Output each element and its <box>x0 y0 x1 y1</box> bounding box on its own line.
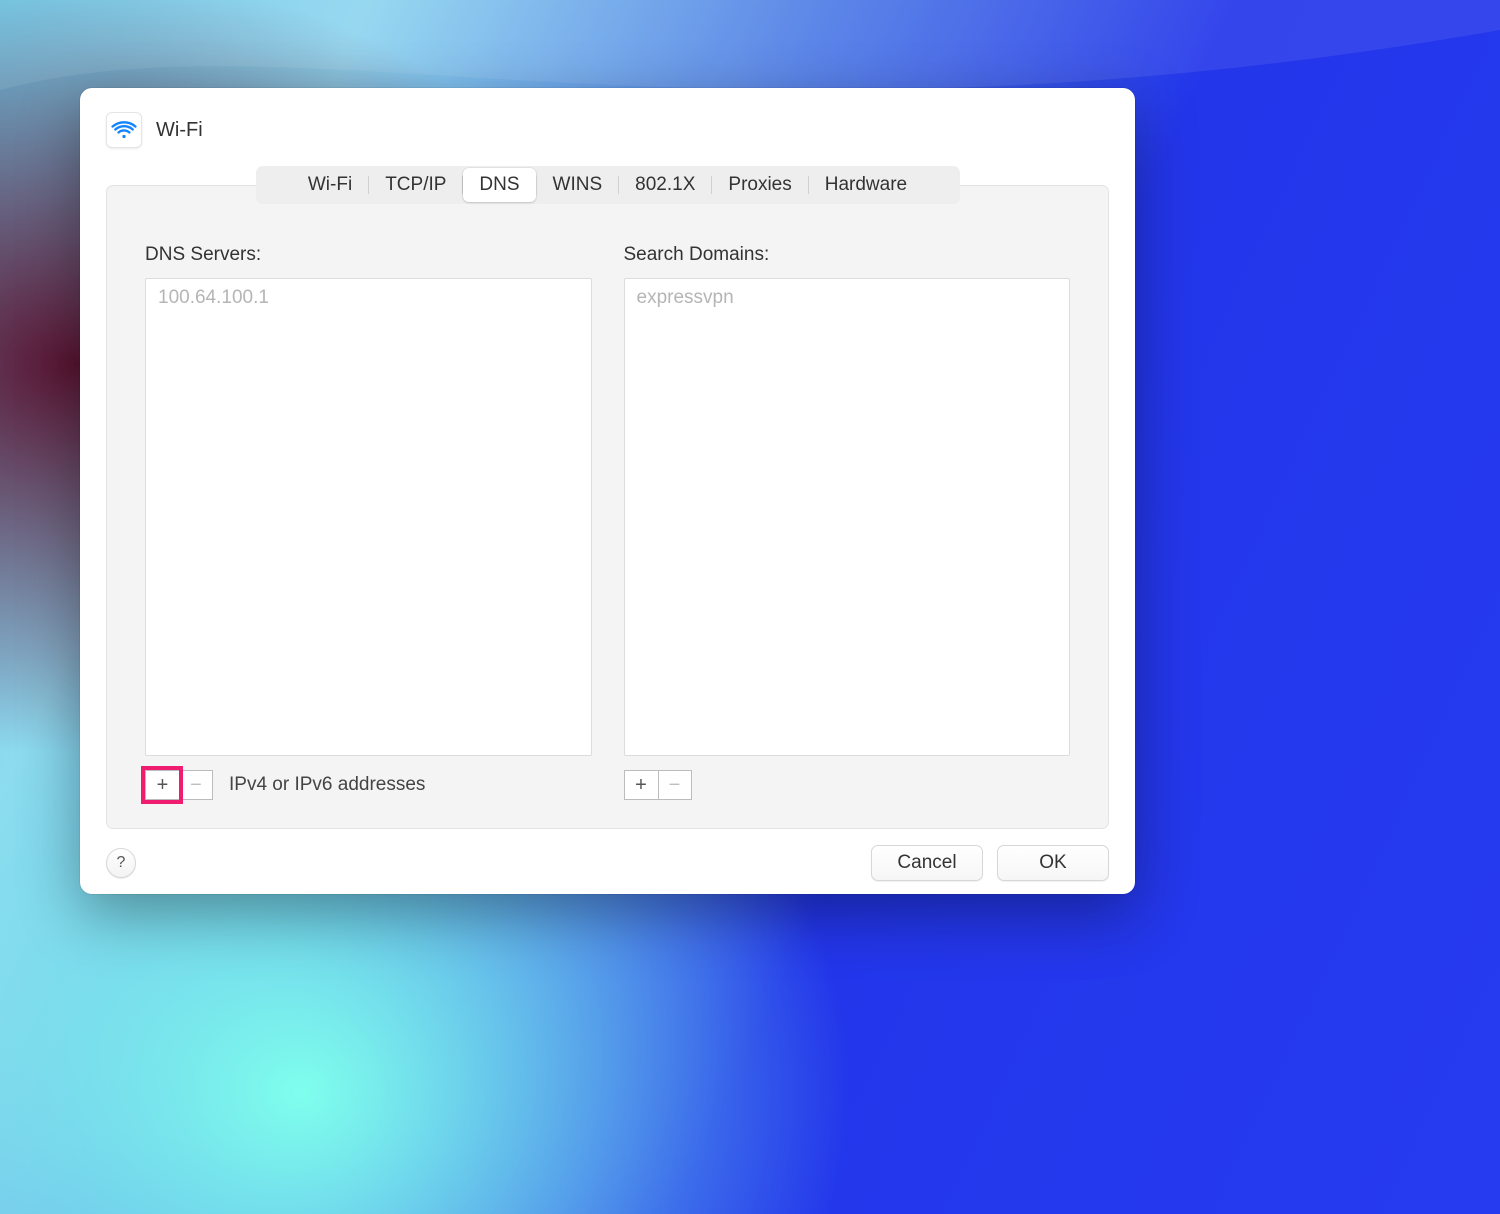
tab-wins[interactable]: WINS <box>537 168 619 203</box>
tab-proxies[interactable]: Proxies <box>712 168 807 203</box>
footer-buttons: Cancel OK <box>871 845 1109 881</box>
remove-search-domain-button[interactable]: − <box>658 770 692 800</box>
tab-tcpip[interactable]: TCP/IP <box>369 168 462 203</box>
cancel-button[interactable]: Cancel <box>871 845 983 881</box>
window-title: Wi-Fi <box>156 119 203 142</box>
window-footer: ? Cancel OK <box>106 845 1109 881</box>
wifi-icon <box>106 112 142 148</box>
remove-dns-button[interactable]: − <box>179 770 213 800</box>
tab-bar: Wi-Fi TCP/IP DNS WINS 802.1X Proxies Har… <box>256 166 960 204</box>
dns-server-entry[interactable]: 100.64.100.1 <box>158 287 579 309</box>
dns-servers-column: DNS Servers: 100.64.100.1 + − IPv4 or IP… <box>145 244 592 800</box>
dns-add-remove-stepper: + − <box>145 770 213 800</box>
search-domains-column: Search Domains: expressvpn + − <box>624 244 1071 800</box>
tab-8021x[interactable]: 802.1X <box>619 168 711 203</box>
search-domain-entry[interactable]: expressvpn <box>637 287 1058 309</box>
search-domains-list[interactable]: expressvpn <box>624 278 1071 756</box>
tab-wifi[interactable]: Wi-Fi <box>292 168 368 203</box>
add-dns-button[interactable]: + <box>145 770 179 800</box>
add-search-domain-button[interactable]: + <box>624 770 658 800</box>
tab-hardware[interactable]: Hardware <box>809 168 923 203</box>
search-domains-label: Search Domains: <box>624 244 1071 266</box>
dns-hint: IPv4 or IPv6 addresses <box>229 774 425 796</box>
window-title-row: Wi-Fi <box>106 112 1109 148</box>
dns-panel: DNS Servers: 100.64.100.1 + − IPv4 or IP… <box>106 185 1109 829</box>
dns-controls-row: + − IPv4 or IPv6 addresses <box>145 770 592 800</box>
ok-button[interactable]: OK <box>997 845 1109 881</box>
network-advanced-window: Wi-Fi Wi-Fi TCP/IP DNS WINS 802.1X Proxi… <box>80 88 1135 894</box>
tab-dns[interactable]: DNS <box>463 168 535 203</box>
dns-servers-label: DNS Servers: <box>145 244 592 266</box>
help-button[interactable]: ? <box>106 848 136 878</box>
dns-servers-list[interactable]: 100.64.100.1 <box>145 278 592 756</box>
search-domains-add-remove-stepper: + − <box>624 770 692 800</box>
search-domains-controls-row: + − <box>624 770 1071 800</box>
